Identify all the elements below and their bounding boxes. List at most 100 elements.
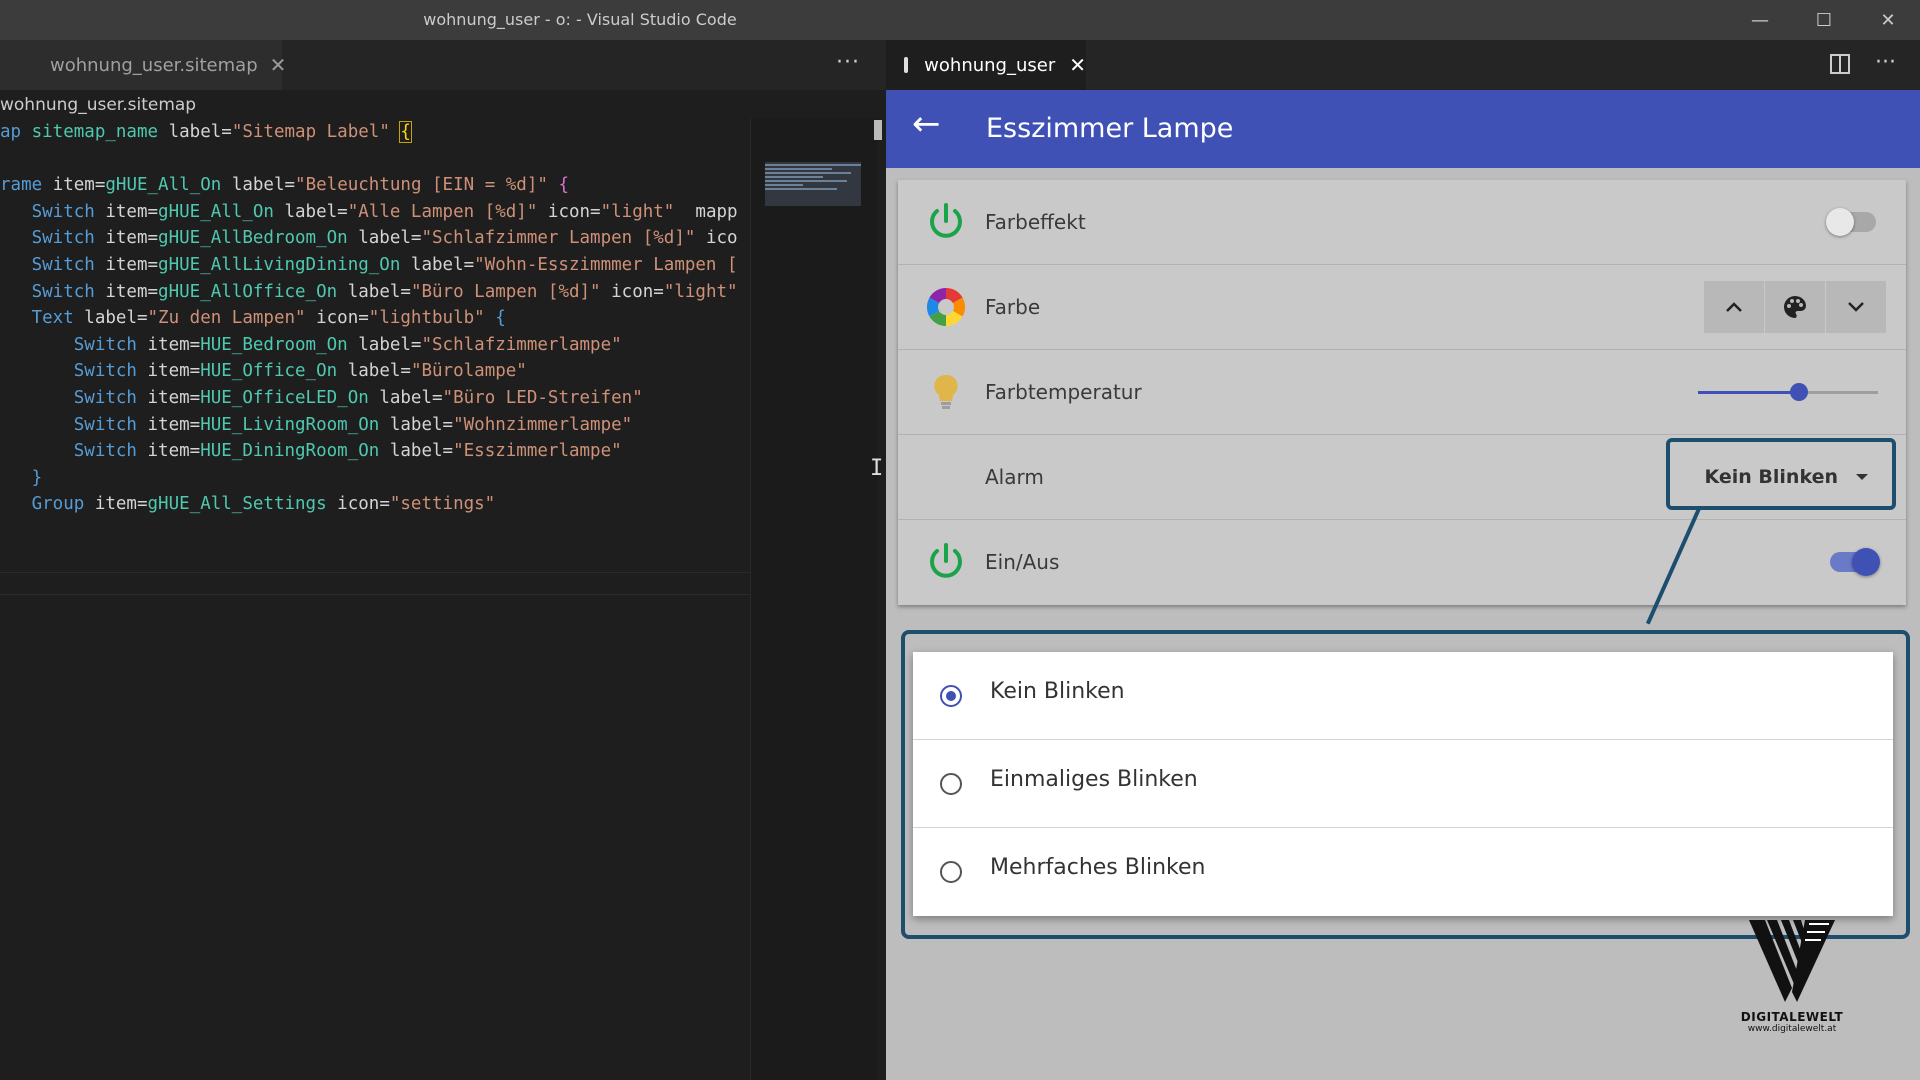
breadcrumb[interactable]: wohnung_user.sitemap (0, 92, 196, 118)
code-token: label= (158, 122, 232, 142)
color-wheel-icon (926, 287, 966, 327)
code-token: "light" (663, 281, 738, 302)
color-controls (1703, 281, 1886, 333)
split-editor-icon[interactable] (1830, 54, 1850, 74)
code-line[interactable]: Text label="Zu den Lampen" icon="lightbu… (0, 305, 750, 332)
code-token: "Schlafzimmer Lampen [%d]" (421, 228, 696, 249)
code-token: Switch (0, 228, 106, 249)
code-line[interactable]: } (0, 465, 750, 492)
farbeffekt-toggle[interactable] (1826, 208, 1876, 236)
code-token: item= (105, 281, 159, 302)
code-line[interactable]: Switch item=HUE_DiningRoom_On label="Ess… (0, 438, 750, 465)
code-token: { (547, 175, 569, 196)
code-line[interactable]: ap sitemap_name label="Sitemap Label" { (0, 119, 750, 146)
code-token: gHUE_AllLivingDining_On (158, 254, 401, 275)
chevron-up-icon[interactable] (1704, 281, 1764, 333)
minimap-viewport[interactable] (765, 162, 861, 206)
code-line[interactable]: Switch item=gHUE_AllBedroom_On label="Sc… (0, 225, 750, 252)
code-token: label= (84, 308, 148, 329)
code-token: label= (347, 228, 422, 249)
slider-thumb[interactable] (1789, 383, 1808, 401)
code-token: label= (337, 281, 411, 302)
code-token: "Schlafzimmerlampe" (421, 334, 622, 355)
palette-icon[interactable] (1765, 281, 1825, 333)
more-actions-icon[interactable]: ··· (836, 40, 860, 90)
row-label: Farbtemperatur (985, 380, 1142, 404)
more-actions-icon[interactable]: ··· (1875, 40, 1896, 90)
highlight-box (1666, 438, 1896, 510)
toggle-knob (1852, 548, 1880, 576)
row-label: Farbe (985, 295, 1041, 319)
code-line[interactable]: rame item=gHUE_All_On label="Beleuchtung… (0, 172, 750, 199)
code-token: item= (147, 361, 201, 382)
farbtemperatur-slider[interactable] (1698, 383, 1878, 401)
editor-tab-bar: wohnung_user.sitemap ✕ ··· (0, 40, 886, 90)
code-token: item= (147, 441, 201, 462)
code-token: label= (379, 414, 454, 435)
code-token: Text (0, 308, 85, 329)
code-token: mapp (674, 201, 738, 222)
code-line[interactable]: Switch item=HUE_Office_On label="Bürolam… (0, 358, 750, 385)
highlight-box (901, 630, 1910, 939)
window-title: wohnung_user - o: - Visual Studio Code (423, 10, 737, 29)
lightbulb-icon (934, 374, 958, 409)
code-token: ico (695, 228, 738, 249)
chevron-down-icon[interactable] (1826, 281, 1886, 333)
tab-label: wohnung_user.sitemap (50, 54, 258, 76)
code-token: label= (337, 361, 411, 382)
einaus-toggle[interactable] (1830, 548, 1880, 576)
code-token: Switch (0, 281, 106, 302)
logo-brand: DIGITALEWELT (1740, 1010, 1844, 1024)
code-line[interactable]: Switch item=HUE_LivingRoom_On label="Woh… (0, 412, 750, 439)
row-farbtemperatur: Farbtemperatur (898, 350, 1906, 435)
code-token: label= (347, 334, 422, 355)
maximize-icon[interactable]: ☐ (1794, 0, 1854, 40)
code-token: Group (0, 494, 95, 515)
scrollbar-thumb[interactable] (874, 120, 882, 140)
code-token: item= (147, 387, 201, 408)
logo-url: www.digitalewelt.at (1747, 1024, 1837, 1034)
code-line[interactable] (0, 146, 750, 173)
code-line[interactable]: Switch item=HUE_Bedroom_On label="Schlaf… (0, 332, 750, 359)
close-tab-icon[interactable]: ✕ (1069, 53, 1086, 77)
tab-sitemap-file[interactable]: wohnung_user.sitemap ✕ (0, 40, 286, 90)
row-label: Alarm (985, 465, 1044, 489)
code-token: Switch (0, 387, 148, 408)
code-token: item= (94, 494, 148, 515)
code-token: icon= (326, 494, 390, 515)
text-cursor-icon: I (870, 456, 884, 481)
arrow-left-icon[interactable]: ← (912, 104, 941, 144)
toggle-knob (1826, 208, 1854, 236)
file-icon (904, 57, 909, 73)
page-title: Esszimmer Lampe (986, 113, 1234, 144)
code-token: "Wohnzimmerlampe" (453, 414, 633, 435)
code-line[interactable]: Switch item=gHUE_All_On label="Alle Lamp… (0, 199, 750, 226)
logo-mark-icon (1749, 920, 1835, 1002)
code-token: icon= (305, 308, 369, 329)
code-line[interactable]: Group item=gHUE_All_Settings icon="setti… (0, 491, 750, 518)
code-token: Switch (0, 201, 106, 222)
code-token: "Sitemap Label" (231, 122, 390, 142)
code-token: HUE_DiningRoom_On (200, 441, 380, 462)
code-line[interactable]: Switch item=gHUE_AllLivingDining_On labe… (0, 252, 750, 279)
close-tab-icon[interactable]: ✕ (270, 53, 287, 77)
code-token: "lightbulb" (368, 308, 485, 329)
tab-preview[interactable]: wohnung_user ✕ (886, 40, 1086, 90)
code-editor[interactable]: ap sitemap_name label="Sitemap Label" { … (0, 119, 750, 518)
close-icon[interactable]: ✕ (1858, 0, 1918, 40)
code-token: label= (368, 387, 443, 408)
code-token: "Bürolampe" (410, 361, 527, 382)
row-einaus: Ein/Aus (898, 520, 1906, 605)
minimap[interactable] (750, 118, 878, 1080)
code-token: } (0, 467, 43, 488)
row-label: Ein/Aus (985, 550, 1060, 574)
code-token: "Büro Lampen [%d]" (410, 281, 601, 302)
minimize-icon[interactable]: — (1730, 0, 1790, 40)
code-line[interactable]: Switch item=HUE_OfficeLED_On label="Büro… (0, 385, 750, 412)
code-token: HUE_LivingRoom_On (200, 414, 380, 435)
code-token: item= (147, 334, 201, 355)
code-token: HUE_OfficeLED_On (200, 387, 369, 408)
code-line[interactable]: Switch item=gHUE_AllOffice_On label="Bür… (0, 279, 750, 306)
code-token: label= (379, 441, 454, 462)
